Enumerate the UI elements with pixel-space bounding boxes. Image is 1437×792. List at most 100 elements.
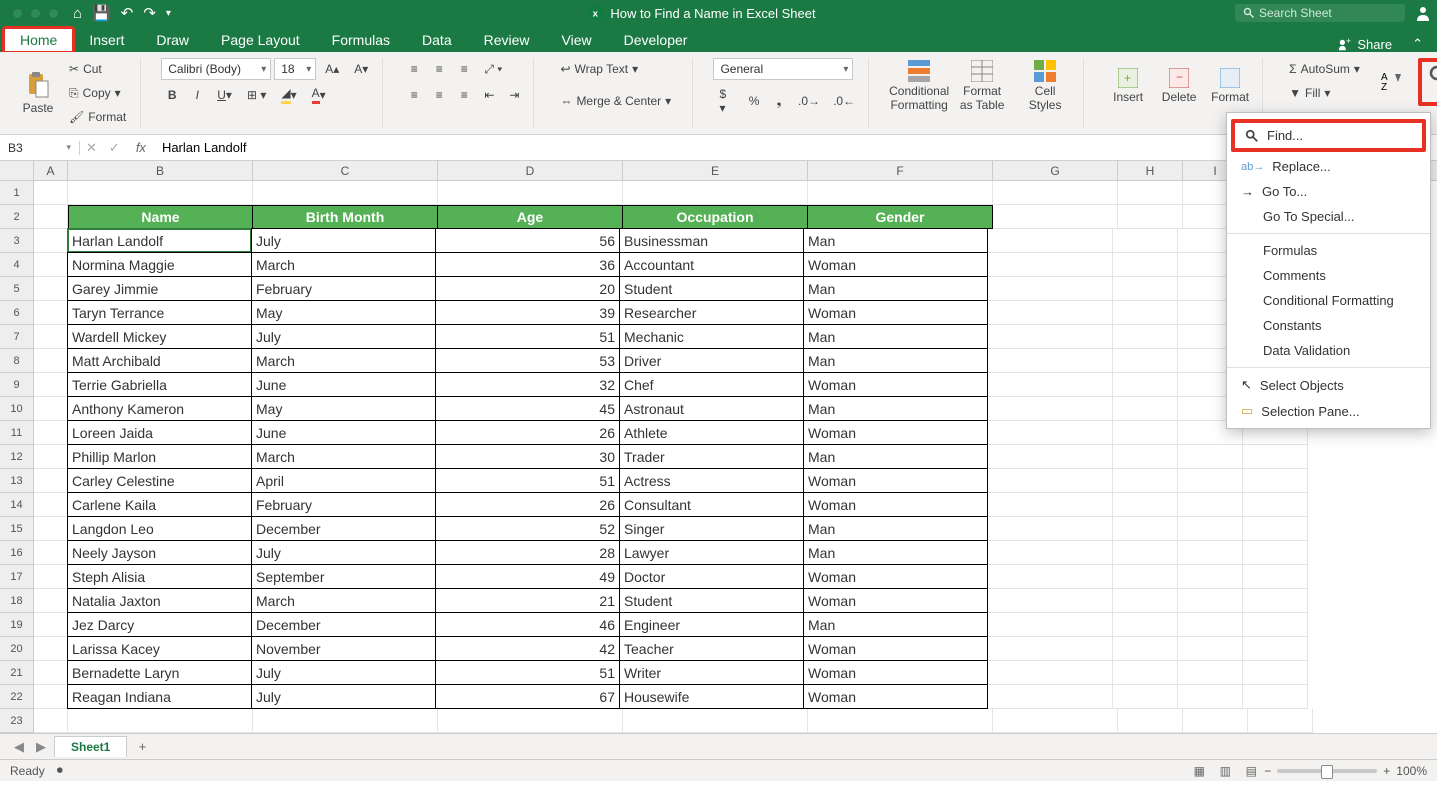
cell[interactable]: July bbox=[251, 228, 436, 253]
cell[interactable]: 51 bbox=[435, 660, 620, 685]
align-center-button[interactable]: ≡ bbox=[428, 84, 450, 106]
cell[interactable]: Actress bbox=[619, 468, 804, 493]
cell[interactable]: Carlene Kaila bbox=[67, 492, 252, 517]
increase-font-button[interactable]: A▴ bbox=[319, 58, 345, 80]
cell[interactable] bbox=[34, 637, 68, 661]
cell[interactable]: 52 bbox=[435, 516, 620, 541]
bold-button[interactable]: B bbox=[161, 84, 183, 106]
row-header[interactable]: 15 bbox=[0, 517, 34, 541]
cell[interactable] bbox=[808, 709, 993, 733]
cell[interactable] bbox=[623, 709, 808, 733]
cell[interactable] bbox=[34, 613, 68, 637]
cell[interactable] bbox=[1113, 253, 1178, 277]
cell[interactable] bbox=[438, 709, 623, 733]
cell[interactable] bbox=[1113, 589, 1178, 613]
row-header[interactable]: 11 bbox=[0, 421, 34, 445]
zoom-slider[interactable] bbox=[1277, 769, 1377, 773]
confirm-formula-icon[interactable]: ✓ bbox=[103, 140, 126, 156]
cell[interactable] bbox=[1243, 445, 1308, 469]
row-header[interactable]: 14 bbox=[0, 493, 34, 517]
column-header[interactable]: H bbox=[1118, 161, 1183, 180]
cell[interactable]: Writer bbox=[619, 660, 804, 685]
row-header[interactable]: 1 bbox=[0, 181, 34, 205]
cell[interactable] bbox=[1113, 373, 1178, 397]
cell[interactable]: Researcher bbox=[619, 300, 804, 325]
cell[interactable]: Woman bbox=[803, 588, 988, 613]
zoom-window-icon[interactable] bbox=[48, 8, 59, 19]
increase-decimal-button[interactable]: .0→ bbox=[793, 90, 825, 112]
cell[interactable] bbox=[34, 253, 68, 277]
row-header[interactable]: 4 bbox=[0, 253, 34, 277]
formulas-menu-item[interactable]: Formulas bbox=[1227, 238, 1430, 263]
constants-menu-item[interactable]: Constants bbox=[1227, 313, 1430, 338]
cell[interactable] bbox=[34, 229, 68, 253]
cell[interactable]: Man bbox=[803, 540, 988, 565]
sheet-nav-prev-icon[interactable]: ◀ bbox=[10, 739, 28, 755]
cell[interactable]: Phillip Marlon bbox=[67, 444, 252, 469]
cell[interactable]: November bbox=[251, 636, 436, 661]
cell[interactable] bbox=[988, 277, 1113, 301]
cell[interactable] bbox=[988, 589, 1113, 613]
cell[interactable]: Bernadette Laryn bbox=[67, 660, 252, 685]
cell[interactable] bbox=[34, 589, 68, 613]
cell[interactable] bbox=[993, 181, 1118, 205]
cell[interactable] bbox=[1243, 469, 1308, 493]
cell[interactable]: Trader bbox=[619, 444, 804, 469]
cell[interactable]: Accountant bbox=[619, 252, 804, 277]
cell[interactable]: Woman bbox=[803, 252, 988, 277]
cell[interactable] bbox=[34, 301, 68, 325]
tab-formulas[interactable]: Formulas bbox=[316, 28, 406, 52]
cell[interactable]: Birth Month bbox=[253, 205, 438, 229]
cell[interactable]: Man bbox=[803, 348, 988, 373]
account-icon[interactable] bbox=[1415, 5, 1431, 21]
zoom-control[interactable]: − + 100% bbox=[1264, 764, 1427, 778]
cell[interactable]: Steph Alisia bbox=[67, 564, 252, 589]
cell[interactable] bbox=[988, 229, 1113, 253]
cell[interactable] bbox=[34, 277, 68, 301]
cell[interactable] bbox=[1248, 709, 1313, 733]
cell[interactable] bbox=[34, 325, 68, 349]
cell[interactable]: 36 bbox=[435, 252, 620, 277]
row-header[interactable]: 22 bbox=[0, 685, 34, 709]
font-size-select[interactable]: 18 bbox=[274, 58, 316, 80]
sort-filter-button[interactable]: AZ bbox=[1374, 58, 1410, 104]
cell[interactable]: Wardell Mickey bbox=[67, 324, 252, 349]
cell[interactable]: Woman bbox=[803, 492, 988, 517]
cell[interactable]: June bbox=[251, 372, 436, 397]
tab-home[interactable]: Home bbox=[4, 28, 73, 52]
cell[interactable]: Student bbox=[619, 276, 804, 301]
tab-page-layout[interactable]: Page Layout bbox=[205, 28, 316, 52]
name-box[interactable]: B3 bbox=[0, 141, 80, 155]
cell[interactable]: Larissa Kacey bbox=[67, 636, 252, 661]
cell[interactable]: Woman bbox=[803, 564, 988, 589]
row-header[interactable]: 8 bbox=[0, 349, 34, 373]
cell[interactable]: Woman bbox=[803, 420, 988, 445]
cell[interactable] bbox=[1113, 685, 1178, 709]
cell[interactable]: 49 bbox=[435, 564, 620, 589]
cell[interactable] bbox=[988, 541, 1113, 565]
cell-styles-button[interactable]: Cell Styles bbox=[1015, 58, 1075, 114]
data-validation-menu-item[interactable]: Data Validation bbox=[1227, 338, 1430, 363]
cell[interactable] bbox=[1243, 589, 1308, 613]
undo-icon[interactable]: ↶ bbox=[121, 4, 134, 22]
cell[interactable] bbox=[1113, 613, 1178, 637]
cell[interactable] bbox=[34, 685, 68, 709]
cell[interactable]: Man bbox=[803, 516, 988, 541]
page-break-view-button[interactable]: ▤ bbox=[1239, 762, 1263, 780]
cell[interactable]: 67 bbox=[435, 684, 620, 709]
cell[interactable]: Woman bbox=[803, 372, 988, 397]
cell[interactable] bbox=[988, 493, 1113, 517]
cell[interactable]: Teacher bbox=[619, 636, 804, 661]
cell[interactable]: 30 bbox=[435, 444, 620, 469]
cell[interactable] bbox=[34, 373, 68, 397]
cell[interactable]: May bbox=[251, 396, 436, 421]
cell[interactable] bbox=[34, 421, 68, 445]
cell[interactable] bbox=[34, 205, 68, 229]
cell[interactable] bbox=[988, 661, 1113, 685]
cell[interactable] bbox=[1178, 445, 1243, 469]
cell[interactable] bbox=[1243, 541, 1308, 565]
cell[interactable] bbox=[34, 517, 68, 541]
cell[interactable] bbox=[1178, 637, 1243, 661]
sheet-tab[interactable]: Sheet1 bbox=[54, 736, 127, 757]
cell[interactable]: September bbox=[251, 564, 436, 589]
